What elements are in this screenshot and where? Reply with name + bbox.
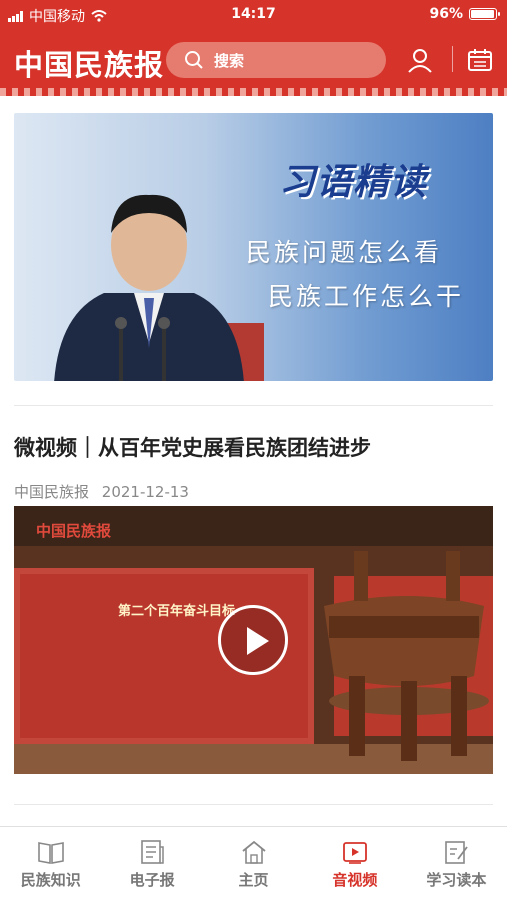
- banner-title: 习语精读: [279, 162, 428, 203]
- banner-card[interactable]: 习语精读 民族问题怎么看 民族工作怎么干: [14, 113, 493, 381]
- tab-label: 学习读本: [426, 871, 487, 889]
- banner-line-1: 民族问题怎么看: [246, 238, 443, 267]
- video-panel-title: 第二个百年奋斗目标: [118, 604, 236, 619]
- tab-home[interactable]: 主页: [203, 827, 304, 901]
- tab-label: 音视频: [332, 871, 378, 889]
- decorative-border: [0, 88, 507, 96]
- play-button[interactable]: [218, 605, 288, 675]
- bottom-tab-bar: 民族知识 电子报 主页 音视频 学习读本: [0, 826, 507, 901]
- app-logo: 中国民族报: [14, 48, 165, 82]
- article-date: 2021-12-13: [101, 483, 189, 501]
- tab-label: 电子报: [129, 871, 175, 889]
- article-source: 中国民族报: [14, 483, 90, 501]
- article-title[interactable]: 微视频｜从百年党史展看民族团结进步: [14, 432, 371, 462]
- tab-minzu-knowledge[interactable]: 民族知识: [0, 827, 101, 901]
- feed: 习语精读 民族问题怎么看 民族工作怎么干 微视频｜从百年党史展看民族团结进步 中…: [0, 96, 507, 826]
- search-icon: [185, 51, 203, 69]
- header-separator: [452, 46, 453, 72]
- banner-line-2: 民族工作怎么干: [268, 282, 465, 311]
- newspaper-icon: [141, 840, 164, 864]
- user-icon: [408, 49, 432, 73]
- calendar-icon: [468, 49, 492, 71]
- top-header: 中国移动 14:17 96% 中国民族报 搜索: [0, 0, 507, 96]
- video-thumbnail[interactable]: 中国民族报 第二个百年奋斗目标: [14, 506, 493, 774]
- user-button[interactable]: [404, 44, 436, 76]
- search-bar[interactable]: 搜索: [166, 42, 386, 78]
- tab-label: 主页: [238, 871, 269, 889]
- calendar-button[interactable]: [466, 46, 494, 74]
- battery-fill: [471, 10, 494, 18]
- home-icon: [241, 840, 266, 864]
- battery-percent: 96%: [429, 6, 463, 22]
- tab-label: 民族知识: [20, 871, 81, 889]
- battery-icon: [469, 8, 500, 20]
- article-meta: 中国民族报 2021-12-13: [14, 481, 189, 502]
- divider: [14, 804, 493, 805]
- search-placeholder: 搜索: [214, 51, 245, 70]
- tab-audio-video[interactable]: 音视频: [304, 827, 405, 901]
- note-icon: [445, 841, 469, 864]
- tab-study-reader[interactable]: 学习读本: [406, 827, 507, 901]
- status-bar: 中国移动 14:17 96%: [0, 0, 507, 28]
- video-icon: [343, 842, 367, 864]
- speaker-photo: [54, 194, 264, 381]
- video-watermark: 中国民族报: [36, 522, 112, 540]
- book-icon: [37, 842, 64, 864]
- divider: [14, 405, 493, 406]
- tab-e-paper[interactable]: 电子报: [101, 827, 202, 901]
